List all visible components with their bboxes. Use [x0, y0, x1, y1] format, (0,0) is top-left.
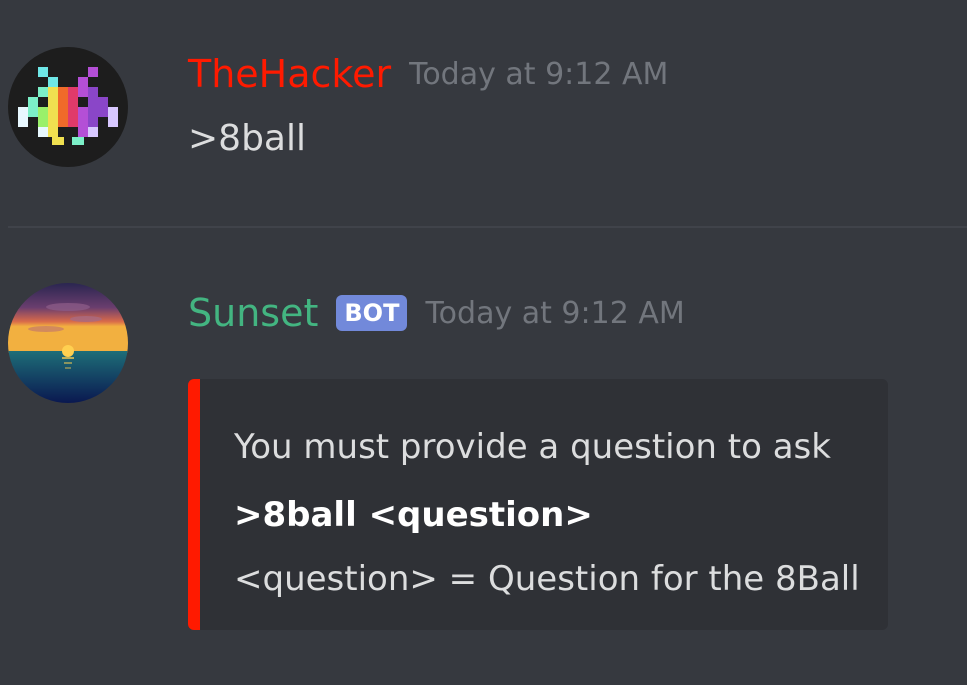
message-divider: [8, 226, 967, 228]
space-invader-icon: [8, 47, 128, 167]
username-sunset[interactable]: Sunset: [188, 291, 318, 335]
avatar-sunset[interactable]: [8, 283, 128, 403]
chat-area: TheHacker Today at 9:12 AM >8ball Sunset…: [0, 0, 967, 685]
message-header: Sunset BOT Today at 9:12 AM: [188, 291, 685, 335]
message-timestamp: Today at 9:12 AM: [425, 295, 685, 331]
username-thehacker[interactable]: TheHacker: [188, 52, 391, 96]
embed-description: You must provide a question to ask: [234, 427, 831, 467]
bot-tag-badge: BOT: [336, 295, 408, 331]
embed-field-name: >8ball <question>: [234, 495, 593, 535]
avatar-thehacker[interactable]: [8, 47, 128, 167]
embed-color-bar: [188, 379, 200, 630]
embed-field-value: <question> = Question for the 8Ball: [234, 559, 860, 599]
message-content: >8ball: [188, 118, 306, 159]
message-timestamp: Today at 9:12 AM: [409, 56, 669, 92]
message-embed: You must provide a question to ask >8bal…: [188, 379, 888, 630]
sunset-icon: [8, 283, 128, 403]
message-header: TheHacker Today at 9:12 AM: [188, 52, 668, 96]
